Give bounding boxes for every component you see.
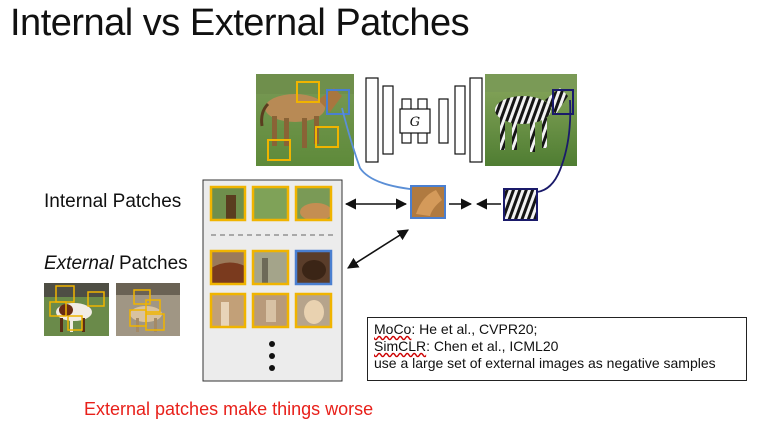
simclr-reference: SimCLR: Chen et al., ICML20 [374, 338, 740, 355]
moco-reference: MoCo: He et al., CVPR20; [374, 321, 740, 338]
external-patch-row-2 [209, 292, 333, 329]
external-image-1 [44, 283, 109, 336]
zebra-patch [503, 188, 538, 221]
simclr-detail: : Chen et al., ICML20 [426, 338, 559, 354]
external-image-2 [116, 283, 180, 336]
references-note: use a large set of external images as ne… [374, 355, 716, 371]
conclusion-text: External patches make things worse [84, 399, 374, 419]
external-arrow [347, 229, 409, 269]
zebra-output-image [485, 74, 577, 166]
simclr-name: SimCLR [374, 338, 427, 354]
horse-input-image [256, 74, 354, 166]
external-patch-row-1 [209, 249, 333, 286]
generator-label: G [410, 115, 420, 130]
generator-network [365, 77, 483, 163]
moco-name: MoCo [374, 321, 412, 337]
moco-detail: : He et al., CVPR20; [411, 321, 538, 337]
more-patches-ellipsis [269, 341, 275, 371]
references-box: MoCo: He et al., CVPR20; SimCLR: Chen et… [367, 317, 747, 381]
query-horse-patch [410, 185, 446, 219]
internal-patch-row [209, 185, 333, 222]
